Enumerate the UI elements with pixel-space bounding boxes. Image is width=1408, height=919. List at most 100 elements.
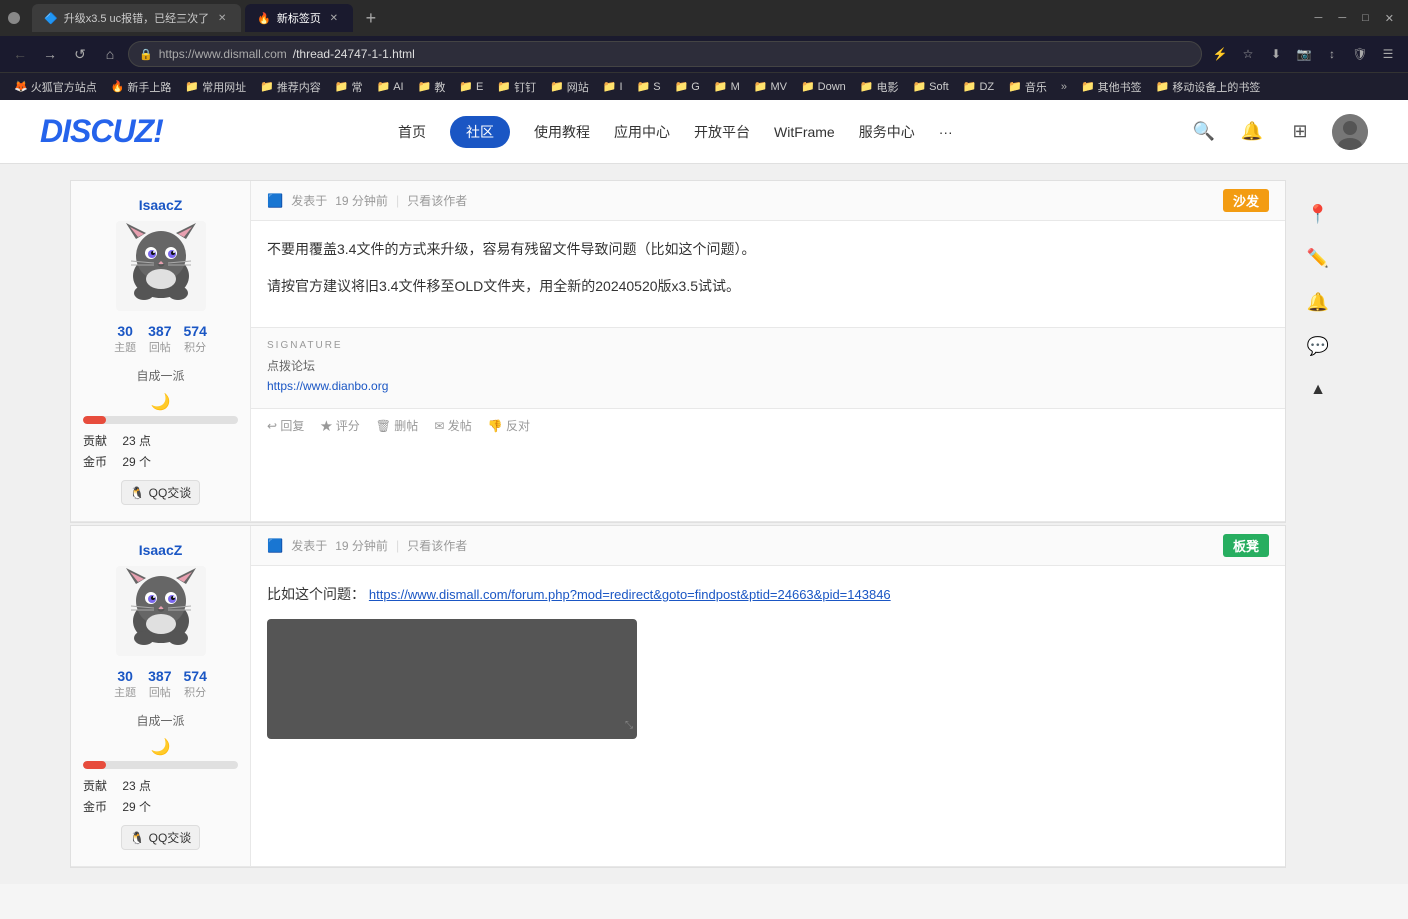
refresh-button[interactable]: ↺ [68, 42, 92, 66]
delete-btn-1[interactable]: 🗑 删帖 [376, 417, 419, 434]
bookmark-g[interactable]: 📁 G [669, 76, 706, 98]
bookmark-other[interactable]: 📁 其他书签 [1075, 76, 1148, 98]
bookmark-e[interactable]: 📁 E [453, 76, 489, 98]
bookmark-mv[interactable]: 📁 MV [748, 76, 793, 98]
author-name-1[interactable]: IsaacZ [83, 197, 238, 213]
oppose-btn-1[interactable]: 👎 反对 [488, 417, 530, 434]
bookmark-changyongwangzhi[interactable]: 📁 常用网址 [179, 76, 252, 98]
stat-points-2: 574 积分 [184, 668, 207, 700]
window-close[interactable]: ✕ [1379, 10, 1400, 27]
site-nav: 首页 社区 使用教程 应用中心 开放平台 WitFrame 服务中心 ··· [398, 116, 953, 148]
sidebar-scroll-top-icon[interactable]: ▲ [1300, 372, 1336, 408]
window-maximize[interactable]: ─ [1332, 10, 1352, 27]
bookmark-soft[interactable]: 📁 Soft [906, 76, 954, 98]
screenshot-icon[interactable]: 📷 [1292, 42, 1316, 66]
nav-witframe[interactable]: WitFrame [774, 124, 835, 140]
sync-icon[interactable]: ↕ [1320, 42, 1344, 66]
nav-community[interactable]: 社区 [450, 116, 510, 148]
bookmark-icon: 🦊 [14, 80, 28, 93]
bookmark-dz[interactable]: 📁 DZ [957, 76, 1000, 98]
stat-topics-value-1: 30 [114, 323, 136, 339]
window-maximize-box[interactable]: □ [1356, 10, 1375, 27]
bookmark-s[interactable]: 📁 S [631, 76, 667, 98]
bookmark-i[interactable]: 📁 I [597, 76, 629, 98]
bookmark-huohujfz[interactable]: 🦊 火狐官方站点 [8, 76, 103, 98]
sidebar-bell-icon[interactable]: 🔔 [1300, 284, 1336, 320]
qq-icon: 🐧 [130, 486, 145, 500]
bookmark-down[interactable]: 📁 Down [795, 76, 852, 98]
bookmark-folder-icon: 📁 [860, 80, 874, 93]
bookmark-wangzhan[interactable]: 📁 网站 [544, 76, 595, 98]
post-2: IsaacZ [70, 525, 1286, 868]
reply-btn-1[interactable]: ↩ 回复 [267, 417, 304, 434]
browser-tab-1[interactable]: 🔷 升级x3.5 uc报错，已经三次了 ✕ [32, 4, 241, 32]
stat-points-1: 574 积分 [184, 323, 207, 355]
sig-link-1[interactable]: https://www.dianbo.org [267, 377, 1269, 396]
author-avatar-2 [116, 566, 206, 656]
post-2-only-author[interactable]: 只看该作者 [407, 537, 467, 554]
nav-tutorial[interactable]: 使用教程 [534, 122, 590, 142]
bookmark-yinyue[interactable]: 📁 音乐 [1002, 76, 1053, 98]
tab2-favicon: 🔥 [257, 12, 271, 25]
bookmark-icon: 🔥 [111, 80, 125, 93]
tab1-close[interactable]: ✕ [215, 11, 229, 25]
nav-appcenter[interactable]: 应用中心 [614, 122, 670, 142]
post-2-author: IsaacZ [71, 526, 251, 866]
bookmark-m[interactable]: 📁 M [708, 76, 746, 98]
extensions-icon[interactable]: ⚡ [1208, 42, 1232, 66]
author-name-2[interactable]: IsaacZ [83, 542, 238, 558]
bookmark-chang[interactable]: 📁 常 [329, 76, 369, 98]
nav-service[interactable]: 服务中心 [859, 122, 915, 142]
post-1-only-author[interactable]: 只看该作者 [407, 192, 467, 209]
menu-button[interactable]: ☰ [1376, 42, 1400, 66]
header-actions: 🔍 🔔 ⊞ [1188, 114, 1368, 150]
browser-tab-icon[interactable] [8, 12, 20, 24]
security-icon: 🔒 [139, 48, 153, 61]
author-badge-1: 🌙 [83, 392, 238, 412]
post-2-link[interactable]: https://www.dismall.com/forum.php?mod=re… [369, 587, 891, 602]
bookmark-dingding[interactable]: 📁 钉钉 [491, 76, 542, 98]
send-btn-1[interactable]: ✉ 发帖 [434, 417, 471, 434]
posts-column: IsaacZ [70, 180, 1298, 868]
bookmark-icon[interactable]: ☆ [1236, 42, 1260, 66]
bell-button[interactable]: 🔔 [1236, 116, 1268, 148]
post-1-author-icon: 🟦 [267, 193, 283, 209]
tab2-close[interactable]: ✕ [327, 11, 341, 25]
stat-replies-value-1: 387 [148, 323, 171, 339]
bookmark-jiao[interactable]: 📁 教 [412, 76, 452, 98]
bookmark-xinshoushanglu[interactable]: 🔥 新手上路 [105, 76, 178, 98]
sidebar-edit-icon[interactable]: ✏️ [1300, 240, 1336, 276]
logo-text: DISCUZ! [40, 113, 163, 149]
tab1-favicon: 🔷 [44, 12, 58, 25]
url-bar[interactable]: 🔒 https://www.dismall.com /thread-24747-… [128, 41, 1202, 67]
bookmark-ai[interactable]: 📁 AI [371, 76, 410, 98]
bookmark-tuijian[interactable]: 📁 推荐内容 [254, 76, 327, 98]
sidebar-wechat-icon[interactable]: 💬 [1300, 328, 1336, 364]
nav-home[interactable]: 首页 [398, 122, 426, 142]
nav-more[interactable]: ··· [939, 124, 953, 140]
back-button[interactable]: ← [8, 42, 32, 66]
window-minimize[interactable]: ─ [1309, 10, 1329, 27]
qq-contact-btn-1[interactable]: 🐧 QQ交谈 [121, 480, 201, 505]
bookmark-mobile[interactable]: 📁 移动设备上的书签 [1150, 76, 1267, 98]
grid-button[interactable]: ⊞ [1284, 116, 1316, 148]
qq-contact-btn-2[interactable]: 🐧 QQ交谈 [121, 825, 201, 850]
post-1-content: 🟦 发表于 19 分钟前 | 只看该作者 沙发 不要用覆盖3.4文件的方式来升级… [251, 181, 1285, 521]
search-button[interactable]: 🔍 [1188, 116, 1220, 148]
bookmark-diany[interactable]: 📁 电影 [854, 76, 905, 98]
home-button[interactable]: ⌂ [98, 42, 122, 66]
sidebar-location-icon[interactable]: 📍 [1300, 196, 1336, 232]
new-tab-button[interactable]: + [357, 4, 385, 32]
nav-openplatform[interactable]: 开放平台 [694, 122, 750, 142]
forward-button[interactable]: → [38, 42, 62, 66]
user-avatar[interactable] [1332, 114, 1368, 150]
post-row-1: IsaacZ [71, 181, 1285, 522]
site-logo[interactable]: DISCUZ! [40, 113, 163, 150]
vpn-icon[interactable]: 🛡 [1348, 42, 1372, 66]
bookmark-folder-icon: 📁 [963, 80, 977, 93]
more-bookmarks[interactable]: » [1055, 79, 1073, 95]
rate-btn-1[interactable]: ★ 评分 [320, 417, 359, 434]
browser-tab-2[interactable]: 🔥 新标签页 ✕ [245, 4, 353, 32]
download-icon[interactable]: ⬇ [1264, 42, 1288, 66]
progress-bar-1 [83, 416, 238, 424]
